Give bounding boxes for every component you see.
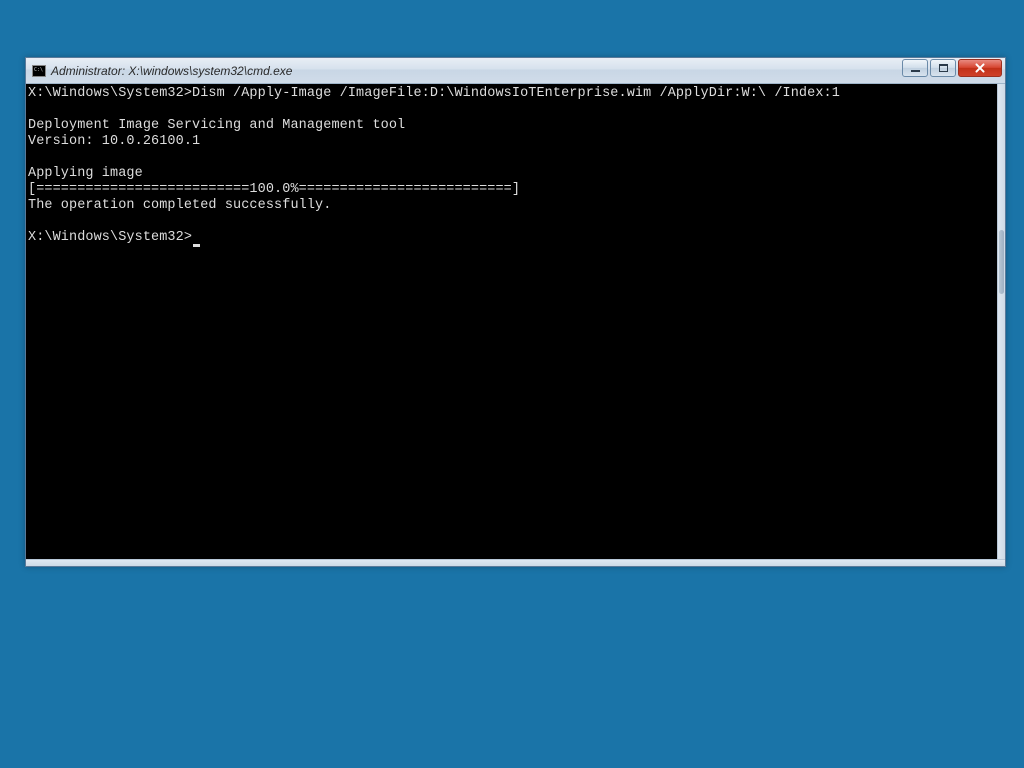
window-title: Administrator: X:\windows\system32\cmd.e… [51,64,292,78]
terminal-line [28,102,997,118]
close-button[interactable] [958,59,1002,77]
terminal-line: Deployment Image Servicing and Managemen… [28,118,997,134]
terminal-line: Applying image [28,166,997,182]
cmd-window: Administrator: X:\windows\system32\cmd.e… [25,57,1006,567]
maximize-icon [939,64,948,72]
minimize-button[interactable] [902,59,928,77]
terminal-line: [==========================100.0%=======… [28,182,997,198]
terminal-output[interactable]: X:\Windows\System32>Dism /Apply-Image /I… [26,84,997,559]
scrollbar-thumb[interactable] [999,230,1004,294]
client-area: X:\Windows\System32>Dism /Apply-Image /I… [26,84,1005,559]
minimize-icon [911,70,920,72]
cursor [193,244,200,247]
terminal-line [28,214,997,230]
terminal-line: X:\Windows\System32> [28,230,997,247]
terminal-line [28,150,997,166]
window-controls [902,59,1002,77]
maximize-button[interactable] [930,59,956,77]
window-frame-bottom [26,559,1005,566]
cmd-icon [32,65,46,77]
terminal-line: X:\Windows\System32>Dism /Apply-Image /I… [28,86,997,102]
scrollbar-track[interactable] [997,84,1005,559]
titlebar[interactable]: Administrator: X:\windows\system32\cmd.e… [26,58,1005,84]
terminal-line: Version: 10.0.26100.1 [28,134,997,150]
close-icon [974,63,986,73]
terminal-line: The operation completed successfully. [28,198,997,214]
